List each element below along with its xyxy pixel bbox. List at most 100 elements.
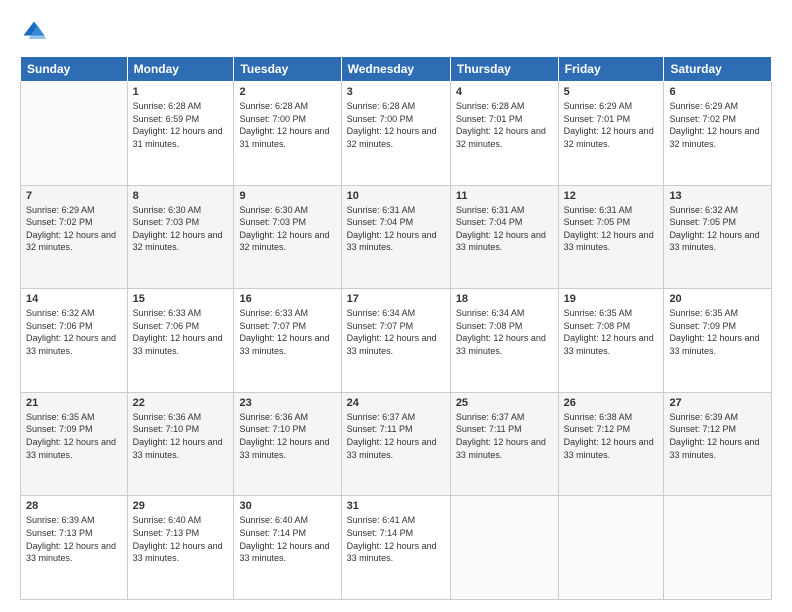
day-info: Sunrise: 6:29 AMSunset: 7:02 PMDaylight:… — [26, 204, 122, 254]
calendar-cell — [558, 496, 664, 600]
day-number: 24 — [347, 397, 445, 409]
weekday-header-sunday: Sunday — [21, 57, 128, 82]
day-number: 28 — [26, 500, 122, 512]
week-row-5: 28 Sunrise: 6:39 AMSunset: 7:13 PMDayligh… — [21, 496, 772, 600]
calendar-cell: 4 Sunrise: 6:28 AMSunset: 7:01 PMDaylight… — [450, 82, 558, 186]
header — [20, 18, 772, 46]
day-number: 22 — [133, 397, 229, 409]
calendar-cell: 24 Sunrise: 6:37 AMSunset: 7:11 PMDayligh… — [341, 392, 450, 496]
day-number: 29 — [133, 500, 229, 512]
calendar-cell: 27 Sunrise: 6:39 AMSunset: 7:12 PMDayligh… — [664, 392, 772, 496]
day-info: Sunrise: 6:39 AMSunset: 7:13 PMDaylight:… — [26, 514, 122, 564]
weekday-header-saturday: Saturday — [664, 57, 772, 82]
day-number: 4 — [456, 86, 553, 98]
day-number: 16 — [239, 293, 335, 305]
day-info: Sunrise: 6:35 AMSunset: 7:09 PMDaylight:… — [26, 411, 122, 461]
day-number: 27 — [669, 397, 766, 409]
calendar-cell: 14 Sunrise: 6:32 AMSunset: 7:06 PMDayligh… — [21, 289, 128, 393]
calendar-cell: 25Sunrise: 6:37 AMSunset: 7:11 PMDayligh… — [450, 392, 558, 496]
day-number: 14 — [26, 293, 122, 305]
weekday-header-thursday: Thursday — [450, 57, 558, 82]
calendar-cell: 17Sunrise: 6:34 AMSunset: 7:07 PMDayligh… — [341, 289, 450, 393]
day-info: Sunrise: 6:29 AMSunset: 7:01 PMDaylight:… — [564, 100, 659, 150]
calendar-cell: 29 Sunrise: 6:40 AMSunset: 7:13 PMDayligh… — [127, 496, 234, 600]
calendar-cell: 28 Sunrise: 6:39 AMSunset: 7:13 PMDayligh… — [21, 496, 128, 600]
day-info: Sunrise: 6:31 AMSunset: 7:04 PMDaylight:… — [347, 204, 445, 254]
day-info: Sunrise: 6:36 AMSunset: 7:10 PMDaylight:… — [133, 411, 229, 461]
weekday-header-row: SundayMondayTuesdayWednesdayThursdayFrid… — [21, 57, 772, 82]
logo-icon — [20, 18, 48, 46]
day-info: Sunrise: 6:32 AMSunset: 7:06 PMDaylight:… — [26, 307, 122, 357]
week-row-1: 1 Sunrise: 6:28 AMSunset: 6:59 PMDaylight… — [21, 82, 772, 186]
calendar-cell: 20 Sunrise: 6:35 AMSunset: 7:09 PMDayligh… — [664, 289, 772, 393]
day-info: Sunrise: 6:33 AMSunset: 7:06 PMDaylight:… — [133, 307, 229, 357]
calendar-cell: 15Sunrise: 6:33 AMSunset: 7:06 PMDayligh… — [127, 289, 234, 393]
day-info: Sunrise: 6:35 AMSunset: 7:09 PMDaylight:… — [669, 307, 766, 357]
calendar-cell: 12 Sunrise: 6:31 AMSunset: 7:05 PMDayligh… — [558, 185, 664, 289]
weekday-header-tuesday: Tuesday — [234, 57, 341, 82]
day-info: Sunrise: 6:28 AMSunset: 7:01 PMDaylight:… — [456, 100, 553, 150]
calendar-cell: 6Sunrise: 6:29 AMSunset: 7:02 PMDaylight… — [664, 82, 772, 186]
day-info: Sunrise: 6:39 AMSunset: 7:12 PMDaylight:… — [669, 411, 766, 461]
calendar-cell: 19 Sunrise: 6:35 AMSunset: 7:08 PMDayligh… — [558, 289, 664, 393]
day-number: 1 — [133, 86, 229, 98]
calendar-cell: 9 Sunrise: 6:30 AMSunset: 7:03 PMDaylight… — [234, 185, 341, 289]
calendar-cell: 18 Sunrise: 6:34 AMSunset: 7:08 PMDayligh… — [450, 289, 558, 393]
day-info: Sunrise: 6:29 AMSunset: 7:02 PMDaylight:… — [669, 100, 766, 150]
calendar-table: SundayMondayTuesdayWednesdayThursdayFrid… — [20, 56, 772, 600]
day-info: Sunrise: 6:35 AMSunset: 7:08 PMDaylight:… — [564, 307, 659, 357]
day-number: 9 — [239, 190, 335, 202]
calendar-cell — [664, 496, 772, 600]
day-info: Sunrise: 6:36 AMSunset: 7:10 PMDaylight:… — [239, 411, 335, 461]
calendar-cell: 21 Sunrise: 6:35 AMSunset: 7:09 PMDayligh… — [21, 392, 128, 496]
calendar-cell: 5 Sunrise: 6:29 AMSunset: 7:01 PMDaylight… — [558, 82, 664, 186]
calendar-cell: 3 Sunrise: 6:28 AMSunset: 7:00 PMDaylight… — [341, 82, 450, 186]
day-number: 20 — [669, 293, 766, 305]
day-info: Sunrise: 6:28 AMSunset: 6:59 PMDaylight:… — [133, 100, 229, 150]
day-info: Sunrise: 6:40 AMSunset: 7:14 PMDaylight:… — [239, 514, 335, 564]
day-number: 18 — [456, 293, 553, 305]
day-number: 2 — [239, 86, 335, 98]
day-info: Sunrise: 6:33 AMSunset: 7:07 PMDaylight:… — [239, 307, 335, 357]
calendar-cell: 22 Sunrise: 6:36 AMSunset: 7:10 PMDayligh… — [127, 392, 234, 496]
day-info: Sunrise: 6:31 AMSunset: 7:04 PMDaylight:… — [456, 204, 553, 254]
calendar-cell: 10 Sunrise: 6:31 AMSunset: 7:04 PMDayligh… — [341, 185, 450, 289]
day-info: Sunrise: 6:30 AMSunset: 7:03 PMDaylight:… — [133, 204, 229, 254]
page: SundayMondayTuesdayWednesdayThursdayFrid… — [0, 0, 792, 612]
day-number: 3 — [347, 86, 445, 98]
day-info: Sunrise: 6:34 AMSunset: 7:07 PMDaylight:… — [347, 307, 445, 357]
day-number: 12 — [564, 190, 659, 202]
day-info: Sunrise: 6:31 AMSunset: 7:05 PMDaylight:… — [564, 204, 659, 254]
weekday-header-wednesday: Wednesday — [341, 57, 450, 82]
calendar-cell: 26Sunrise: 6:38 AMSunset: 7:12 PMDayligh… — [558, 392, 664, 496]
calendar-cell: 11Sunrise: 6:31 AMSunset: 7:04 PMDayligh… — [450, 185, 558, 289]
calendar-cell: 2 Sunrise: 6:28 AMSunset: 7:00 PMDaylight… — [234, 82, 341, 186]
calendar-cell: 8Sunrise: 6:30 AMSunset: 7:03 PMDaylight… — [127, 185, 234, 289]
weekday-header-friday: Friday — [558, 57, 664, 82]
week-row-3: 14 Sunrise: 6:32 AMSunset: 7:06 PMDayligh… — [21, 289, 772, 393]
weekday-header-monday: Monday — [127, 57, 234, 82]
day-number: 13 — [669, 190, 766, 202]
day-number: 21 — [26, 397, 122, 409]
logo — [20, 18, 52, 46]
day-number: 7 — [26, 190, 122, 202]
day-number: 10 — [347, 190, 445, 202]
day-info: Sunrise: 6:40 AMSunset: 7:13 PMDaylight:… — [133, 514, 229, 564]
calendar-cell: 7 Sunrise: 6:29 AMSunset: 7:02 PMDaylight… — [21, 185, 128, 289]
week-row-2: 7 Sunrise: 6:29 AMSunset: 7:02 PMDaylight… — [21, 185, 772, 289]
calendar-cell: 30 Sunrise: 6:40 AMSunset: 7:14 PMDayligh… — [234, 496, 341, 600]
day-number: 30 — [239, 500, 335, 512]
calendar-cell: 13 Sunrise: 6:32 AMSunset: 7:05 PMDayligh… — [664, 185, 772, 289]
day-number: 5 — [564, 86, 659, 98]
day-number: 31 — [347, 500, 445, 512]
calendar-cell — [450, 496, 558, 600]
day-info: Sunrise: 6:28 AMSunset: 7:00 PMDaylight:… — [347, 100, 445, 150]
day-info: Sunrise: 6:37 AMSunset: 7:11 PMDaylight:… — [347, 411, 445, 461]
day-info: Sunrise: 6:28 AMSunset: 7:00 PMDaylight:… — [239, 100, 335, 150]
calendar-cell: 16 Sunrise: 6:33 AMSunset: 7:07 PMDayligh… — [234, 289, 341, 393]
calendar-cell: 1 Sunrise: 6:28 AMSunset: 6:59 PMDaylight… — [127, 82, 234, 186]
day-info: Sunrise: 6:30 AMSunset: 7:03 PMDaylight:… — [239, 204, 335, 254]
day-number: 19 — [564, 293, 659, 305]
day-info: Sunrise: 6:32 AMSunset: 7:05 PMDaylight:… — [669, 204, 766, 254]
day-info: Sunrise: 6:34 AMSunset: 7:08 PMDaylight:… — [456, 307, 553, 357]
